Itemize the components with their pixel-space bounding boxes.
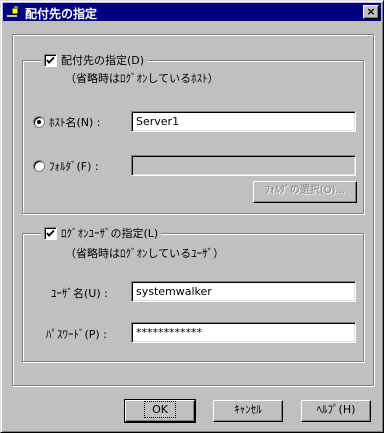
ok-button-label: OK <box>144 401 176 418</box>
title-bar[interactable]: 配付先の指定 × <box>3 3 381 21</box>
logon-checkbox[interactable] <box>44 226 57 240</box>
destination-checkbox-label: 配付先の指定(D) <box>61 54 145 67</box>
window-title: 配付先の指定 <box>25 7 98 21</box>
logon-checkbox-label: ﾛｸﾞｵﾝﾕｰｻﾞの指定(L) <box>61 227 159 240</box>
destination-note: （省略時はﾛｸﾞｵﾝしているﾎｽﾄ） <box>65 72 219 85</box>
logon-checkbox-row[interactable]: ﾛｸﾞｵﾝﾕｰｻﾞの指定(L) <box>41 225 162 241</box>
host-radio[interactable]: ﾎｽﾄ名(N) : <box>33 114 101 130</box>
folder-input[interactable] <box>131 155 356 176</box>
dialog-window: 配付先の指定 × 配付先の指定(D) （省略時はﾛｸﾞｵﾝしているﾎｽﾄ） ﾎｽ… <box>0 0 384 433</box>
user-label: ﾕｰｻﾞ名(U) : <box>51 287 108 300</box>
checkmark-icon <box>46 56 55 64</box>
logon-note: （省略時はﾛｸﾞｵﾝしているﾕｰｻﾞ） <box>65 247 225 260</box>
help-button[interactable]: ﾍﾙﾌﾟ(H) <box>301 400 371 422</box>
cancel-button[interactable]: ｷｬﾝｾﾙ <box>213 400 283 422</box>
password-input[interactable]: ************ <box>131 322 356 343</box>
ok-button[interactable]: OK <box>124 399 196 423</box>
password-label: ﾊﾟｽﾜｰﾄﾞ(P) : <box>46 328 107 341</box>
app-icon <box>7 6 19 17</box>
folder-radio-label: ﾌｫﾙﾀﾞ(F) : <box>49 160 99 173</box>
folder-radio-button[interactable] <box>33 160 45 172</box>
close-icon: × <box>366 5 376 18</box>
host-radio-button[interactable] <box>33 116 45 128</box>
user-input[interactable]: systemwalker <box>131 281 356 302</box>
destination-checkbox[interactable] <box>44 53 57 67</box>
checkmark-icon <box>46 229 55 237</box>
folder-radio[interactable]: ﾌｫﾙﾀﾞ(F) : <box>33 158 99 174</box>
host-radio-label: ﾎｽﾄ名(N) : <box>49 116 101 129</box>
close-button[interactable]: × <box>363 5 379 19</box>
destination-checkbox-row[interactable]: 配付先の指定(D) <box>41 52 148 68</box>
host-input[interactable]: Server1 <box>131 111 356 132</box>
folder-select-button[interactable]: ﾌｫﾙﾀﾞの選択(O)... <box>253 181 357 203</box>
